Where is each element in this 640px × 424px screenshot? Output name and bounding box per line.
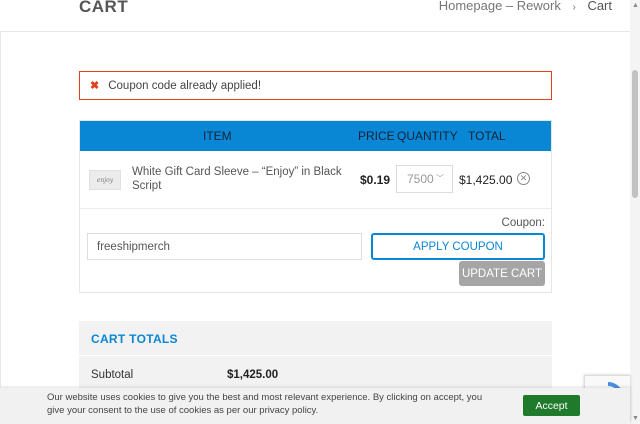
subtotal-value: $1,425.00: [227, 369, 279, 381]
chevron-down-icon: ﹀: [436, 174, 444, 183]
table-row: enjoy White Gift Card Sleeve – “Enjoy” i…: [80, 151, 551, 209]
cookie-consent-bar: Our website uses cookies to give you the…: [0, 388, 630, 424]
content-border: [0, 32, 1, 392]
breadcrumb-current: Cart: [587, 0, 612, 13]
notice-message: Coupon code already applied!: [108, 79, 262, 92]
apply-coupon-button[interactable]: APPLY COUPON: [371, 233, 545, 260]
column-header-quantity: QUANTITY: [397, 129, 458, 143]
page-title: CART: [79, 0, 129, 16]
breadcrumb-home-link[interactable]: Homepage – Rework: [439, 0, 561, 13]
scrollbar-thumb[interactable]: [632, 70, 638, 198]
cart-table: ITEM PRICE QUANTITY TOTAL enjoy White Gi…: [79, 120, 552, 293]
table-header: ITEM PRICE QUANTITY TOTAL: [80, 121, 551, 151]
thumbnail-text: enjoy: [96, 176, 114, 184]
column-header-price: PRICE: [358, 129, 395, 143]
remove-item-icon[interactable]: ✕: [517, 172, 530, 185]
breadcrumb-separator-icon: ›: [572, 2, 576, 13]
cookie-consent-text: Our website uses cookies to give you the…: [47, 392, 483, 416]
scroll-down-arrow-icon[interactable]: ▼: [632, 415, 639, 422]
accept-cookies-button[interactable]: Accept: [523, 395, 580, 416]
product-line-total: $1,425.00: [459, 173, 513, 187]
scroll-up-arrow-icon[interactable]: ▲: [632, 2, 639, 9]
column-header-item: ITEM: [203, 129, 232, 143]
close-icon: ✖: [90, 80, 100, 92]
product-price: $0.19: [360, 173, 391, 187]
cart-totals-title: CART TOTALS: [91, 332, 178, 346]
page-scrollbar[interactable]: ▲ ▼: [630, 0, 640, 424]
subtotal-label: Subtotal: [91, 369, 134, 381]
product-thumbnail[interactable]: enjoy: [89, 170, 121, 190]
totals-divider: [79, 355, 552, 356]
coupon-error-notice: ✖ Coupon code already applied!: [79, 71, 552, 100]
product-name-link[interactable]: White Gift Card Sleeve – “Enjoy” in Blac…: [132, 166, 347, 193]
coupon-code-input[interactable]: [87, 233, 362, 260]
coupon-label: Coupon:: [501, 217, 545, 229]
update-cart-button[interactable]: UPDATE CART: [459, 261, 545, 286]
quantity-select[interactable]: 7500 ﹀: [396, 165, 453, 193]
page-header: CART Homepage – Rework › Cart: [0, 0, 630, 32]
quantity-value: 7500: [407, 172, 434, 186]
column-header-total: TOTAL: [468, 129, 506, 143]
breadcrumb: Homepage – Rework › Cart: [439, 0, 612, 13]
